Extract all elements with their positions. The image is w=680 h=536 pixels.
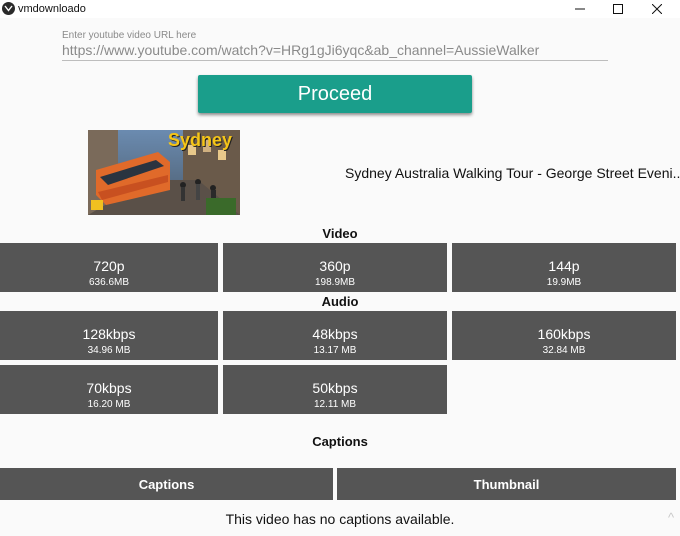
option-quality: 160kbps [537,325,591,342]
video-option-720p[interactable]: 720p 636.6MB [0,243,218,292]
audio-option-160kbps[interactable]: 160kbps 32.84 MB [452,311,676,360]
video-option-144p[interactable]: 144p 19.9MB [452,243,676,292]
audio-option-50kbps[interactable]: 50kbps 12.11 MB [223,365,447,414]
audio-option-48kbps[interactable]: 48kbps 13.17 MB [223,311,447,360]
audio-option-70kbps[interactable]: 70kbps 16.20 MB [0,365,218,414]
option-quality: 70kbps [86,379,132,396]
captions-button[interactable]: Captions [0,468,333,500]
option-quality: 144p [548,257,580,274]
option-quality: 720p [93,257,125,274]
thumbnail-caption: Sydney [168,130,233,150]
option-size: 32.84 MB [542,344,586,356]
title-bar: vmdownloado [0,0,680,18]
option-size: 636.6MB [88,276,130,288]
video-title: Sydney Australia Walking Tour - George S… [345,165,680,181]
proceed-button[interactable]: Proceed [198,75,472,113]
option-quality: 50kbps [312,379,358,396]
video-thumbnail: Sydney [88,130,240,215]
audio-section-title: Audio [321,294,359,309]
captions-section-title: Captions [312,434,368,449]
option-size: 19.9MB [546,276,582,288]
scroll-up-icon[interactable]: ^ [668,510,674,525]
video-section-title: Video [322,226,358,241]
option-quality: 360p [319,257,351,274]
option-quality: 48kbps [312,325,358,342]
window-title: vmdownloado [18,3,86,15]
option-size: 34.96 MB [87,344,131,356]
option-size: 12.11 MB [313,398,357,410]
option-size: 16.20 MB [87,398,131,410]
option-size: 13.17 MB [313,344,357,356]
captions-status: This video has no captions available. [225,511,455,527]
option-size: 198.9MB [314,276,356,288]
video-option-360p[interactable]: 360p 198.9MB [223,243,447,292]
audio-option-128kbps[interactable]: 128kbps 34.96 MB [0,311,218,360]
maximize-icon[interactable] [598,0,638,18]
minimize-icon[interactable] [560,0,600,18]
close-icon[interactable] [637,0,677,18]
option-quality: 128kbps [82,325,136,342]
thumbnail-button[interactable]: Thumbnail [337,468,676,500]
app-icon [2,2,15,15]
url-input[interactable] [62,40,608,61]
